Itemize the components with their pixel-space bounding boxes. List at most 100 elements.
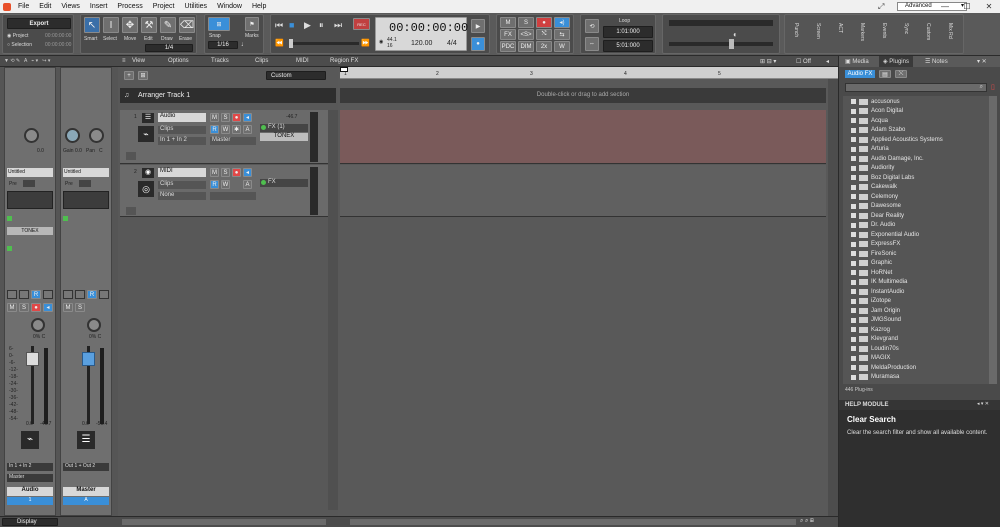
output-select[interactable]: Master [7, 474, 53, 482]
plugin-folder[interactable]: Kazrog [851, 325, 890, 334]
plugin-folder[interactable]: Dawesome [851, 202, 901, 211]
input-select[interactable]: In 1 + In 2 [7, 463, 53, 471]
track-1-fx-bin[interactable]: FX (1) [260, 124, 308, 132]
fx-bypass-button[interactable]: FX [500, 29, 516, 40]
collapse-icon[interactable]: ◂ [826, 58, 829, 65]
preset-field[interactable]: Untitled [7, 168, 53, 177]
track-1[interactable]: 1 ☰ Audio M S ● ◂ -46.7 ⌁ Clips R W ✱ A … [120, 110, 336, 164]
pdc-button[interactable]: PDC [500, 41, 516, 52]
expand-icon[interactable] [851, 327, 856, 332]
track-1-volume[interactable]: -46.7 [286, 114, 297, 120]
tab-act[interactable]: ACT [837, 23, 843, 33]
record-button[interactable]: REC [353, 18, 370, 30]
track-1-write[interactable]: W [221, 125, 230, 134]
master-eq-display[interactable] [63, 191, 109, 209]
master-link-icon[interactable] [63, 290, 73, 299]
track-2-mode-select[interactable]: Clips [158, 181, 206, 189]
track-2[interactable]: 2 ◉ MIDI M S ● ◂ ◎ Clips R W A None FX [120, 165, 336, 217]
track-2-fx-bin[interactable]: FX [260, 179, 308, 187]
master-gain-knob[interactable] [65, 128, 80, 143]
search-input[interactable]: ⌕ [845, 83, 987, 92]
browser-layout-icon[interactable]: ▤ [879, 70, 891, 78]
pre-toggle[interactable]: Pre [9, 181, 17, 187]
project-radio[interactable]: ◉ Project [7, 33, 28, 39]
sends-button[interactable]: <S> [518, 29, 534, 40]
master-read-button[interactable]: R [87, 290, 97, 299]
expand-icon[interactable] [851, 137, 856, 142]
console-view-icons[interactable]: ▼ ⟲ ✎ A ⌁ ▾ ↪ ▾ [4, 58, 50, 64]
plugin-folder[interactable]: Celemony [851, 192, 898, 201]
expand-icon[interactable]: ⤢ [878, 2, 888, 11]
plugin-folder[interactable]: Graphic [851, 259, 892, 268]
clear-search-icon[interactable]: ▯ [991, 83, 999, 92]
dim-button[interactable]: DIM [518, 41, 534, 52]
position-slider[interactable] [289, 39, 359, 48]
views-menu-tracks[interactable]: Tracks [211, 58, 229, 64]
expand-icon[interactable] [851, 260, 856, 266]
expand-icon[interactable] [851, 156, 856, 161]
master-route-icon[interactable] [75, 290, 85, 299]
clips-horizontal-scrollbar[interactable] [350, 519, 796, 525]
automation-latch-icon[interactable]: ⇆ [554, 29, 570, 40]
plugin-folder[interactable]: IK Multimedia [851, 278, 907, 287]
display-select[interactable]: Display [2, 518, 58, 526]
expand-icon[interactable] [851, 127, 856, 133]
tab-plugins[interactable]: ◈ Plugins [879, 56, 913, 67]
solo-all-button[interactable]: S [518, 17, 534, 28]
double-speed-button[interactable]: 2x [536, 41, 552, 52]
expand-icon[interactable] [851, 99, 856, 104]
master-fx-power[interactable] [63, 216, 68, 221]
plugin-folder[interactable]: Acqua [851, 116, 888, 125]
expand-icon[interactable] [851, 270, 856, 275]
track-horizontal-scrollbar[interactable] [122, 519, 326, 525]
master-volume-knob-icon[interactable]: ◐ [733, 30, 738, 39]
track-1-output-select[interactable]: Master [210, 137, 256, 145]
plugin-folder[interactable]: iZotope [851, 297, 891, 306]
plugin-folder[interactable]: Dear Reality [851, 211, 904, 220]
tab-mix-recall[interactable]: Mix Rcl [947, 23, 953, 39]
expand-icon[interactable] [851, 308, 856, 313]
eq-display[interactable] [7, 191, 53, 209]
menu-insert[interactable]: Insert [85, 0, 113, 13]
tab-punch[interactable]: Punch [793, 23, 799, 37]
fx-bin-power-icon[interactable] [261, 125, 266, 130]
zoom-controls-icon[interactable]: ⌕ ⌕ ⊞ [800, 518, 814, 525]
insert-folder-icon[interactable]: ⊞ [138, 71, 148, 80]
expand-icon[interactable] [851, 336, 856, 342]
master-strip-name[interactable]: Master [63, 487, 109, 496]
tab-notes[interactable]: ☰ Notes [925, 58, 948, 65]
track-1-read[interactable]: R [210, 125, 219, 134]
marker-prev-icon[interactable]: ⏪ [275, 39, 284, 47]
plugin-folder[interactable]: HoRNet [851, 268, 892, 277]
erase-tool-icon[interactable]: ⌫ [179, 17, 195, 33]
plugin-folder[interactable]: Audio Damage, Inc. [851, 154, 924, 163]
tab-sync[interactable]: Sync [903, 23, 909, 34]
expand-icon[interactable] [851, 118, 856, 123]
write-all-button[interactable]: W [554, 41, 570, 52]
expand-icon[interactable] [851, 374, 856, 380]
fx-bin-power[interactable] [7, 216, 12, 221]
plugin-folder[interactable]: FireSonic [851, 249, 896, 258]
pause-icon[interactable]: ⏸ [319, 20, 324, 31]
expand-icon[interactable] [851, 146, 856, 152]
track-2-echo[interactable]: ◂ [243, 168, 252, 177]
master-volume-thumb[interactable] [729, 39, 734, 49]
expand-icon[interactable] [851, 346, 856, 351]
arranger-title[interactable]: Arranger Track 1 [138, 92, 190, 99]
plugin-folder[interactable]: Adam Szabo [851, 126, 905, 135]
meter-value[interactable]: 4/4 [447, 40, 457, 47]
master-solo-button[interactable]: S [75, 303, 85, 312]
draw-tool-icon[interactable]: ✎ [160, 17, 176, 33]
track-1-mute[interactable]: M [210, 113, 219, 122]
snap-off-select[interactable]: ☐ Off [796, 58, 811, 65]
minimize-icon[interactable]: — [934, 0, 956, 13]
tab-custom[interactable]: Custom [925, 23, 931, 40]
expand-icon[interactable] [851, 213, 856, 218]
track-2-arm[interactable]: ● [232, 168, 241, 177]
strip-name[interactable]: Audio [7, 487, 53, 496]
plugin-folder[interactable]: ExpressFX [851, 240, 900, 249]
note-icon[interactable]: ♩ [241, 41, 248, 48]
master-pan-knob[interactable] [89, 128, 104, 143]
plugin-folder[interactable]: Acon Digital [851, 107, 903, 116]
track-1-lane[interactable] [340, 110, 826, 164]
